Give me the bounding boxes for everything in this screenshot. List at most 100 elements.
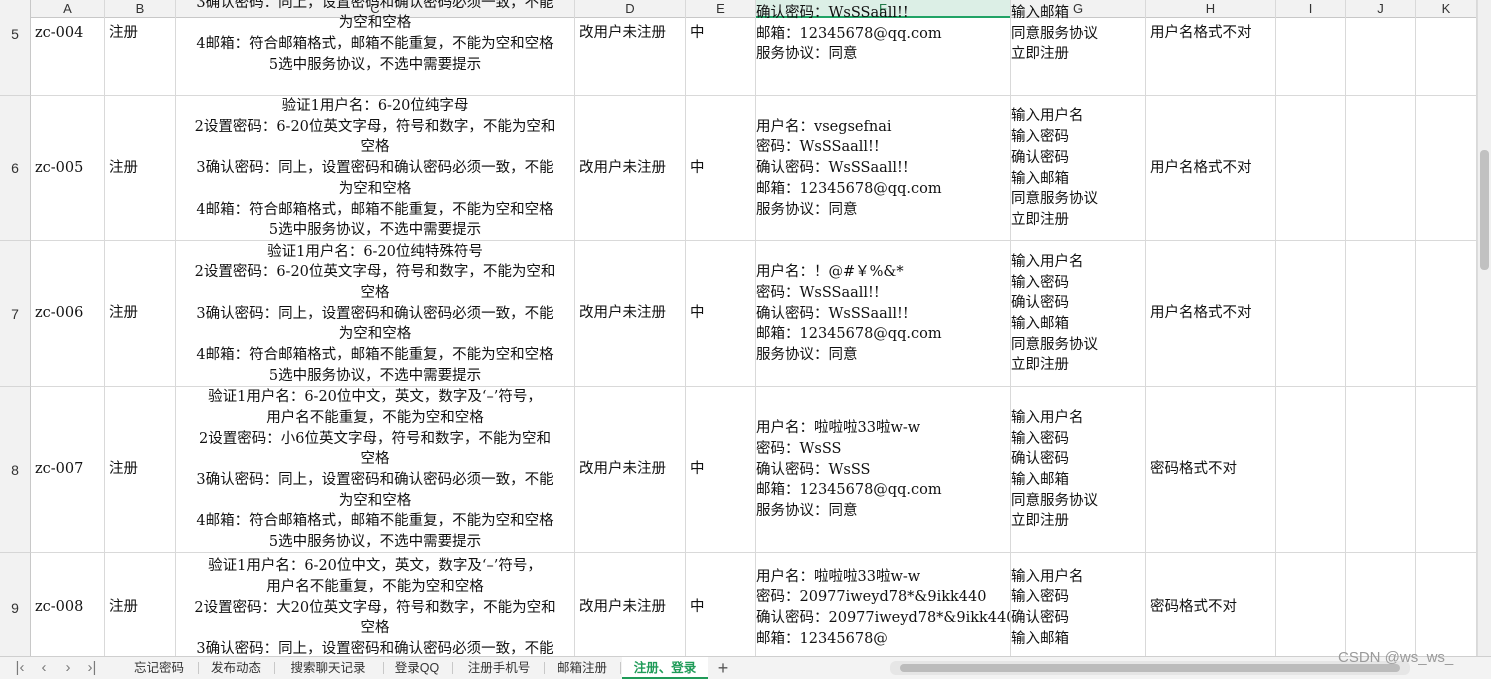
horizontal-scrollbar[interactable] <box>890 661 1410 675</box>
precondition-cell[interactable]: 改用户未注册 <box>575 0 686 96</box>
priority-cell[interactable]: 中 <box>686 0 756 96</box>
precondition-cell[interactable]: 改用户未注册 <box>575 96 686 241</box>
empty-cell[interactable] <box>1346 0 1416 96</box>
description-cell[interactable]: 验证1用户名：6-20位中文，英文，数字及‘–’符号， 用户名不能重复，不能为空和… <box>176 553 575 656</box>
empty-cell[interactable] <box>1416 96 1477 241</box>
row-header[interactable]: 5 <box>0 0 31 96</box>
prev-sheet-icon[interactable]: ‹ <box>34 659 54 677</box>
vertical-scrollbar[interactable] <box>1477 0 1491 656</box>
module-cell[interactable]: 注册 <box>105 96 176 241</box>
empty-cell[interactable] <box>1276 0 1346 96</box>
steps-cell-line: 输入密码 <box>1011 589 1069 606</box>
row-header[interactable]: 8 <box>0 387 31 553</box>
sheet-tab[interactable]: 忘记密码 <box>122 657 196 679</box>
case-id-cell[interactable]: zc-007 <box>31 387 105 553</box>
sheet-tab[interactable]: 发布动态 <box>200 657 272 679</box>
test-data-cell[interactable]: 用户名：vsegsefnai 密码：WsSSaall!! 确认密码：WsSSaall… <box>756 96 1011 241</box>
sheet-tab[interactable]: 注册手机号 <box>456 657 542 679</box>
module-cell[interactable]: 注册 <box>105 241 176 387</box>
empty-cell[interactable] <box>1416 553 1477 656</box>
horizontal-scroll-thumb[interactable] <box>900 664 1400 672</box>
empty-cell[interactable] <box>1276 96 1346 241</box>
row-header[interactable]: 6 <box>0 96 31 241</box>
steps-cell[interactable]: 输入用户名 输入密码 确认密码 输入邮箱 同意服务协议 立即注册 <box>1011 241 1146 387</box>
steps-cell[interactable]: 输入用户名 输入密码 确认密码 输入邮箱 同意服务协议 立即注册 <box>1011 387 1146 553</box>
empty-cell[interactable] <box>1276 241 1346 387</box>
steps-cell[interactable]: 输入用户名 输入密码 确认密码 输入邮箱 <box>1011 553 1146 656</box>
description-cell-line: 4邮箱：符合邮箱格式，邮箱不能重复，不能为空和空格 <box>196 36 554 52</box>
priority-cell-text: 中 <box>690 305 705 322</box>
row-header[interactable]: 9 <box>0 553 31 656</box>
module-cell[interactable]: 注册 <box>105 0 176 96</box>
empty-cell[interactable] <box>1346 96 1416 241</box>
steps-cell-line: 同意服务协议 <box>1011 492 1098 509</box>
description-cell-line: 2设置密码：小6位英文字母，符号和数字，不能为空和 <box>199 430 551 447</box>
vertical-scroll-thumb[interactable] <box>1480 150 1489 270</box>
tab-divider <box>544 662 545 674</box>
module-cell[interactable]: 注册 <box>105 553 176 656</box>
case-id-cell[interactable]: zc-008 <box>31 553 105 656</box>
description-cell-line: 为空和空格 <box>338 492 412 509</box>
sheet-tab[interactable]: 邮箱注册 <box>546 657 618 679</box>
steps-cell-line: 输入密码 <box>1011 274 1069 291</box>
module-cell[interactable]: 注册 <box>105 387 176 553</box>
expected-result-cell[interactable]: 密码格式不对 <box>1146 387 1276 553</box>
test-data-cell-line: 密码：20977iweyd78*&9ikk440 <box>756 589 987 606</box>
description-cell[interactable]: 3确认密码：同上，设置密码和确认密码必须一致，不能 为空和空格 4邮箱：符合邮箱格式… <box>176 0 575 96</box>
test-data-cell[interactable]: 用户名：！@#￥%&* 密码：WsSSaall!! 确认密码：WsSSaall!! 邮… <box>756 241 1011 387</box>
case-id-cell[interactable]: zc-006 <box>31 241 105 387</box>
empty-cell[interactable] <box>1346 241 1416 387</box>
test-data-cell[interactable]: 确认密码：WsSSaall!! 邮箱：12345678@qq.com 服务协议：同意 <box>756 0 1011 96</box>
steps-cell-line: 输入用户名 <box>1011 409 1084 426</box>
precondition-cell[interactable]: 改用户未注册 <box>575 241 686 387</box>
expected-result-cell-text: 密码格式不对 <box>1150 599 1237 616</box>
empty-cell[interactable] <box>1276 553 1346 656</box>
steps-cell-line: 同意服务协议 <box>1011 191 1098 208</box>
steps-cell[interactable]: 输入用户名 输入密码 确认密码 输入邮箱 同意服务协议 立即注册 <box>1011 96 1146 241</box>
priority-cell[interactable]: 中 <box>686 241 756 387</box>
empty-cell[interactable] <box>1346 553 1416 656</box>
description-cell[interactable]: 验证1用户名：6-20位纯字母 2设置密码：6-20位英文字母，符号和数字，不能为… <box>176 96 575 241</box>
empty-cell[interactable] <box>1416 387 1477 553</box>
description-cell-line: 2设置密码：6-20位英文字母，符号和数字，不能为空和 <box>194 264 556 281</box>
steps-cell[interactable]: 输入邮箱 同意服务协议 立即注册 <box>1011 0 1146 96</box>
sheet-tab[interactable]: 登录QQ <box>384 657 450 679</box>
precondition-cell[interactable]: 改用户未注册 <box>575 387 686 553</box>
expected-result-cell[interactable]: 用户名格式不对 <box>1146 0 1276 96</box>
description-cell-line: 4邮箱：符合邮箱格式，邮箱不能重复，不能为空和空格 <box>196 347 554 364</box>
test-data-cell[interactable]: 用户名：啦啦啦33啦w-w 密码：WsSS 确认密码：WsSS 邮箱：12345678… <box>756 387 1011 553</box>
sheet-tab[interactable]: 注册、登录 <box>622 657 708 679</box>
row-header[interactable]: 7 <box>0 241 31 387</box>
sheet-tab[interactable]: 搜索聊天记录 <box>275 657 381 679</box>
test-data-cell-line: 密码：WsSS <box>756 440 842 457</box>
steps-cell-line: 输入密码 <box>1011 430 1069 447</box>
case-id-cell[interactable]: zc-005 <box>31 96 105 241</box>
priority-cell[interactable]: 中 <box>686 387 756 553</box>
last-sheet-icon[interactable]: ›| <box>82 659 102 677</box>
case-id-cell-text: zc-008 <box>35 599 84 616</box>
expected-result-cell[interactable]: 用户名格式不对 <box>1146 96 1276 241</box>
steps-cell-line: 输入用户名 <box>1011 253 1084 270</box>
empty-cell[interactable] <box>1346 387 1416 553</box>
steps-cell-line: 输入邮箱 <box>1011 630 1069 647</box>
description-cell[interactable]: 验证1用户名：6-20位纯特殊符号 2设置密码：6-20位英文字母，符号和数字，不… <box>176 241 575 387</box>
steps-cell-line: 输入邮箱 <box>1011 4 1069 21</box>
expected-result-cell[interactable]: 用户名格式不对 <box>1146 241 1276 387</box>
test-data-cell-line: 用户名：vsegsefnai <box>756 118 892 135</box>
empty-cell[interactable] <box>1416 0 1477 96</box>
empty-cell[interactable] <box>1416 241 1477 387</box>
description-cell-line: 4邮箱：符合邮箱格式，邮箱不能重复，不能为空和空格 <box>196 513 554 530</box>
test-data-cell[interactable]: 用户名：啦啦啦33啦w-w 密码：20977iweyd78*&9ikk440 确认密… <box>756 553 1011 656</box>
add-sheet-button[interactable]: + <box>712 657 734 679</box>
description-cell[interactable]: 验证1用户名：6-20位中文，英文，数字及‘–’符号， 用户名不能重复，不能为空和… <box>176 387 575 553</box>
sheet-tab-bar: |‹ ‹ › ›| + 忘记密码 发布动态 搜索聊天记录 登录QQ 注册手机号 邮箱注册注… <box>0 656 1491 679</box>
priority-cell[interactable]: 中 <box>686 96 756 241</box>
steps-cell-lines: 输入用户名 输入密码 确认密码 输入邮箱 同意服务协议 立即注册 <box>1011 106 1145 230</box>
expected-result-cell[interactable]: 密码格式不对 <box>1146 553 1276 656</box>
priority-cell[interactable]: 中 <box>686 553 756 656</box>
precondition-cell[interactable]: 改用户未注册 <box>575 553 686 656</box>
next-sheet-icon[interactable]: › <box>58 659 78 677</box>
empty-cell[interactable] <box>1276 387 1346 553</box>
case-id-cell[interactable]: zc-004 <box>31 0 105 96</box>
first-sheet-icon[interactable]: |‹ <box>10 659 30 677</box>
